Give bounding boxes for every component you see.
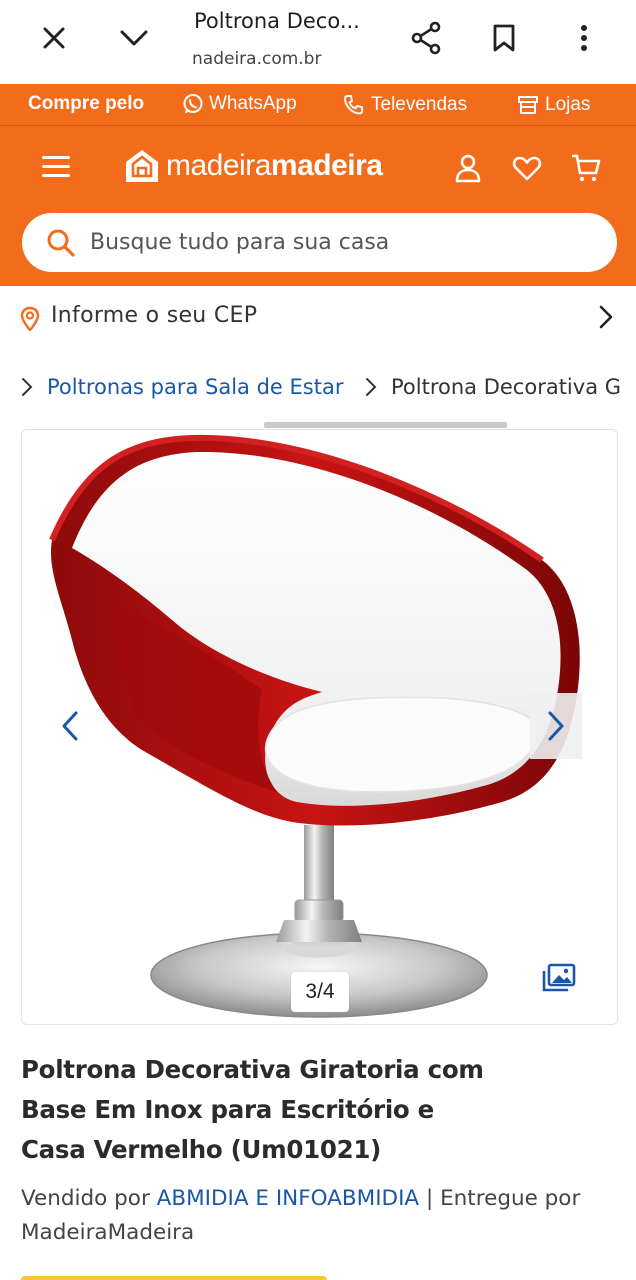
cep-label: Informe o seu CEP [51, 303, 258, 328]
search-input[interactable]: Busque tudo para sua casa [22, 213, 617, 272]
breadcrumb-category-link[interactable]: Poltronas para Sala de Estar [47, 375, 343, 399]
product-title: Poltrona Decorativa Giratoria com Base E… [21, 1055, 484, 1164]
whatsapp-link[interactable]: WhatsApp [182, 93, 297, 115]
chevron-right-icon [599, 305, 613, 329]
product-image-gallery[interactable]: 3/4 [21, 429, 618, 1025]
lojas-label: Lojas [545, 94, 591, 115]
breadcrumb: Poltronas para Sala de Estar Poltrona De… [0, 368, 636, 408]
seller-link[interactable]: ABMIDIA E INFOABMIDIA [157, 1186, 420, 1211]
cart-icon[interactable] [570, 152, 602, 184]
chevron-down-icon[interactable] [114, 18, 154, 58]
search-icon [47, 229, 75, 257]
logo-text-light: madeira [166, 149, 271, 182]
store-icon [518, 96, 538, 114]
whatsapp-icon [183, 94, 203, 114]
share-icon[interactable] [406, 18, 446, 58]
browser-url[interactable]: nadeira.com.br [192, 49, 321, 69]
user-icon[interactable] [452, 152, 484, 184]
buy-button-peek[interactable] [21, 1276, 327, 1280]
gallery-icon[interactable] [542, 963, 576, 998]
gallery-prev-button[interactable] [44, 693, 96, 759]
lojas-link[interactable]: Lojas [516, 93, 590, 117]
gallery-next-button[interactable] [530, 693, 582, 759]
browser-toolbar: Poltrona Deco... nadeira.com.br [0, 0, 636, 84]
breadcrumb-chevron-icon [22, 378, 33, 396]
madeiramadeira-logo[interactable]: madeiramadeira [124, 148, 383, 184]
logo-row: madeiramadeira [0, 126, 636, 210]
cep-selector[interactable]: Informe o seu CEP [0, 286, 636, 348]
breadcrumb-chevron-icon [366, 378, 377, 396]
browser-page-title: Poltrona Deco... [194, 9, 360, 33]
more-options-icon[interactable] [564, 18, 604, 58]
chevron-right-icon [548, 711, 564, 741]
house-logo-icon [126, 150, 158, 182]
delivered-by-name: MadeiraMadeira [21, 1220, 195, 1245]
location-pin-icon [20, 306, 40, 332]
heart-icon[interactable] [511, 152, 543, 184]
breadcrumb-current: Poltrona Decorativa G [391, 375, 622, 399]
delivered-by-label: Entregue por [440, 1186, 581, 1211]
televendas-label: Televendas [371, 94, 468, 115]
search-placeholder: Busque tudo para sua casa [90, 230, 390, 255]
whatsapp-label: WhatsApp [209, 93, 297, 114]
contact-channels-bar: Compre pelo WhatsApp Televendas Lojas [0, 84, 636, 126]
seller-separator: | [425, 1186, 434, 1211]
gallery-scroll-indicator [264, 422, 507, 428]
phone-icon [344, 95, 363, 115]
bookmark-icon[interactable] [484, 18, 524, 58]
gallery-counter: 3/4 [291, 972, 349, 1012]
chevron-left-icon [62, 711, 78, 741]
menu-icon[interactable] [42, 156, 70, 178]
televendas-link[interactable]: Televendas [342, 93, 467, 117]
buy-via-label: Compre pelo [28, 93, 145, 114]
close-icon[interactable] [34, 18, 74, 58]
site-header: Compre pelo WhatsApp Televendas Lojas ma… [0, 84, 636, 286]
product-image [49, 434, 580, 1018]
logo-text-bold: madeira [270, 149, 383, 182]
sold-by-label: Vendido por [21, 1186, 150, 1211]
seller-info: Vendido por ABMIDIA E INFOABMIDIA | Entr… [21, 1182, 621, 1250]
